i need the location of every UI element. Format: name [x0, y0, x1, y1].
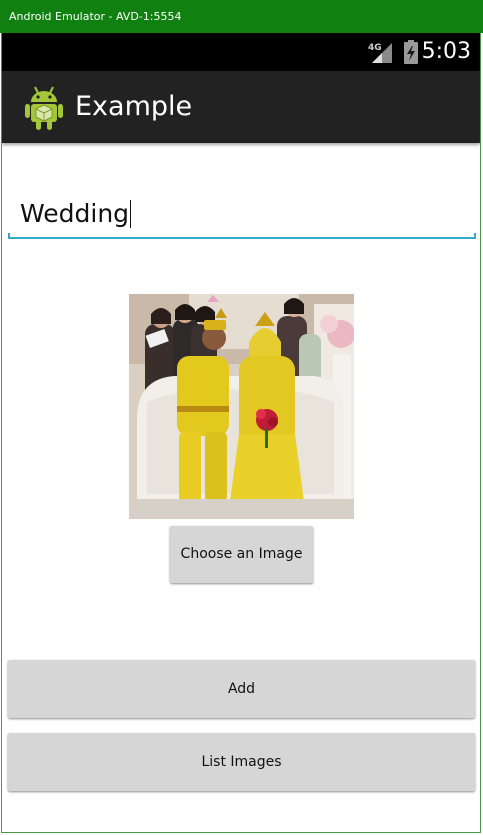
action-bar: Example [2, 71, 480, 143]
window-title: Android Emulator - AVD-1:5554 [9, 10, 182, 23]
battery-icon [404, 40, 418, 64]
text-caret [130, 200, 132, 228]
device-screen: 4G 5:03 Example Wedding Choose an Image … [1, 33, 481, 833]
name-input-value: Wedding [20, 199, 130, 228]
app-title: Example [75, 91, 193, 122]
android-icon [25, 86, 63, 130]
status-bar: 4G 5:03 [2, 33, 480, 71]
window-titlebar: Android Emulator - AVD-1:5554 [0, 0, 483, 33]
wedding-photo [129, 294, 354, 519]
network-type-label: 4G [368, 43, 382, 53]
input-underline-right-tick [474, 233, 476, 239]
status-clock: 5:03 [421, 39, 471, 64]
input-underline-left-tick [8, 233, 10, 239]
signal-icon: 4G [368, 43, 392, 63]
list-images-button[interactable]: List Images [8, 733, 475, 791]
name-input[interactable]: Wedding [8, 193, 476, 239]
selected-image [129, 294, 354, 519]
choose-image-button[interactable]: Choose an Image [170, 526, 313, 583]
add-button[interactable]: Add [8, 660, 475, 718]
emulator-window: Android Emulator - AVD-1:5554 4G 5:03 Ex… [0, 0, 483, 835]
